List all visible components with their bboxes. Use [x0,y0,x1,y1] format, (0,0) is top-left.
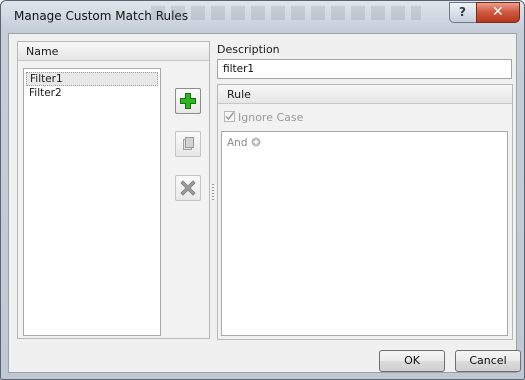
and-label: And [227,137,248,149]
rule-header: Rule [218,85,512,104]
title-bar[interactable]: Manage Custom Match Rules ? ✕ [1,1,524,33]
description-input[interactable] [217,59,512,79]
rule-editor[interactable]: And [221,131,508,336]
add-filter-button[interactable] [175,88,201,114]
dialog-body: Name Filter1 Filter2 Description filter1… [8,33,521,373]
filter-list[interactable]: Filter1 Filter2 [23,68,161,336]
list-item-filter2[interactable]: Filter2 [26,86,158,100]
and-group-row[interactable]: And [227,137,261,149]
ignore-case-checkbox[interactable]: Ignore Case [224,111,303,124]
name-column-header[interactable]: Name [18,42,209,61]
checkmark-icon [224,111,235,122]
rule-panel: Rule Ignore Case And [217,84,513,340]
rule-header-label: Rule [227,88,251,101]
add-condition-icon[interactable] [251,137,261,147]
copy-icon [183,137,194,150]
filter-list-panel: Name Filter1 Filter2 [17,41,210,339]
dialog-window: Manage Custom Match Rules ? ✕ Name Filte… [0,0,525,380]
cancel-button[interactable]: Cancel [455,350,521,372]
delete-x-icon [180,180,196,196]
plus-icon [180,93,196,109]
ignore-case-label: Ignore Case [238,111,304,124]
duplicate-filter-button[interactable] [175,131,201,157]
dialog-footer: OK Cancel [9,346,521,372]
description-label: Description [217,43,280,56]
delete-filter-button[interactable] [175,175,201,201]
background-title-ghost [151,6,421,20]
name-column-label: Name [26,45,59,58]
panel-splitter[interactable] [212,184,214,200]
list-item-filter1[interactable]: Filter1 [26,72,158,86]
close-button[interactable]: ✕ [476,2,520,23]
close-icon: ✕ [492,4,504,20]
help-icon: ? [459,5,466,19]
ok-button[interactable]: OK [379,350,445,372]
help-button[interactable]: ? [449,2,477,23]
